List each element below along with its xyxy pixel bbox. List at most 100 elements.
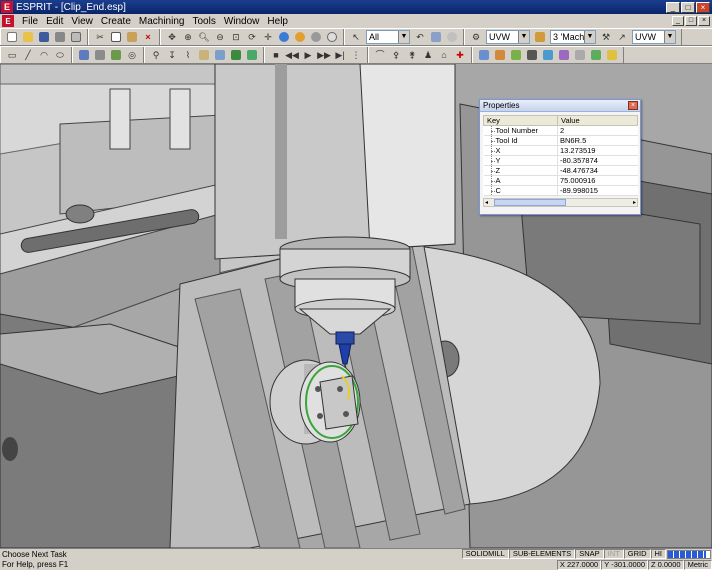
pan-icon[interactable]: ✥ <box>165 30 179 44</box>
minimize-button[interactable]: _ <box>666 1 680 13</box>
new-file-icon[interactable] <box>5 30 19 44</box>
table-row[interactable]: Tool Number 2 <box>483 125 638 136</box>
sim-speed-icon[interactable]: ⋮ <box>349 48 363 62</box>
undo-icon[interactable]: ↶ <box>413 30 427 44</box>
scroll-left-icon[interactable]: ◂ <box>485 199 488 206</box>
view-grid-icon[interactable] <box>589 48 603 62</box>
workplane-icon[interactable]: ⚙ <box>469 30 483 44</box>
table-row[interactable]: C -89.998015 <box>483 185 638 196</box>
properties-icon[interactable] <box>445 30 459 44</box>
move-view-icon[interactable]: ✛ <box>261 30 275 44</box>
property-value[interactable]: -80.357874 <box>557 155 638 166</box>
step-back-icon[interactable]: ◀◀ <box>285 48 299 62</box>
menu-help[interactable]: Help <box>263 16 292 27</box>
menu-machining[interactable]: Machining <box>135 16 189 27</box>
machine-setup-combo[interactable]: 3 'Machini ▼ <box>550 30 596 44</box>
delete-icon[interactable]: × <box>141 30 155 44</box>
view-section-icon[interactable] <box>557 48 571 62</box>
column-header-value[interactable]: Value <box>557 115 638 126</box>
axis-icon[interactable]: ↗ <box>615 30 629 44</box>
arc-icon[interactable]: ◠ <box>37 48 51 62</box>
mill-op-icon[interactable]: ⚲ <box>149 48 163 62</box>
drill-op-icon[interactable]: ↧ <box>165 48 179 62</box>
view-front-icon[interactable] <box>493 48 507 62</box>
hole-icon[interactable]: ◎ <box>125 48 139 62</box>
menu-view[interactable]: View <box>67 16 97 27</box>
grid-indicator[interactable]: GRID <box>623 549 651 559</box>
property-value[interactable]: BN6R.5 <box>557 135 638 146</box>
properties-close-button[interactable]: × <box>628 101 638 110</box>
properties-title-bar[interactable]: Properties × <box>480 100 640 112</box>
skip-end-icon[interactable]: ▶| <box>333 48 347 62</box>
render-icon[interactable] <box>325 30 339 44</box>
contour-op-icon[interactable]: ⌇ <box>181 48 195 62</box>
machine-setup-icon[interactable] <box>533 30 547 44</box>
turn-op-icon[interactable] <box>213 48 227 62</box>
zoom-fit-icon[interactable]: ⊡ <box>229 30 243 44</box>
maximize-button[interactable]: □ <box>681 1 695 13</box>
print-icon[interactable] <box>53 30 67 44</box>
property-value[interactable]: 13.273519 <box>557 145 638 156</box>
view-iso-icon[interactable] <box>525 48 539 62</box>
layers-icon[interactable] <box>429 30 443 44</box>
play-sim-icon[interactable]: ▶ <box>301 48 315 62</box>
machine-display-icon[interactable]: ⌂ <box>437 48 451 62</box>
doc-close-button[interactable]: × <box>698 16 710 26</box>
esprit-logo-icon[interactable]: E <box>1 1 13 13</box>
open-folder-icon[interactable] <box>21 30 35 44</box>
line-icon[interactable]: ╱ <box>21 48 35 62</box>
scrollbar-thumb[interactable] <box>494 199 566 206</box>
pocket-icon[interactable] <box>109 48 123 62</box>
select-arrow-icon[interactable]: ↖ <box>349 30 363 44</box>
hidden-line-icon[interactable] <box>293 30 307 44</box>
stock-display-icon[interactable]: ♟ <box>421 48 435 62</box>
view-side-icon[interactable] <box>509 48 523 62</box>
wireframe-icon[interactable] <box>309 30 323 44</box>
menu-edit[interactable]: Edit <box>42 16 67 27</box>
mode-indicator[interactable]: SOLIDMILL <box>461 549 509 559</box>
menu-window[interactable]: Window <box>220 16 264 27</box>
tool-icon[interactable]: ⚒ <box>599 30 613 44</box>
menu-file[interactable]: File <box>18 16 42 27</box>
collision-icon[interactable]: ✚ <box>453 48 467 62</box>
property-value[interactable]: -89.998015 <box>557 185 638 196</box>
table-row[interactable]: X 13.273519 <box>483 145 638 156</box>
workplane-combo[interactable]: UVW ▼ <box>486 30 530 44</box>
hi-indicator[interactable]: HI <box>650 549 666 559</box>
property-value[interactable]: 2 <box>557 125 638 136</box>
shaded-view-icon[interactable] <box>277 30 291 44</box>
view-custom-icon[interactable] <box>541 48 555 62</box>
surface-op-icon[interactable] <box>197 48 211 62</box>
snap-indicator[interactable]: SNAP <box>575 549 604 559</box>
view-light-icon[interactable] <box>605 48 619 62</box>
view-clip-icon[interactable] <box>573 48 587 62</box>
subelements-indicator[interactable]: SUB-ELEMENTS <box>508 549 576 559</box>
probe-op-icon[interactable] <box>245 48 259 62</box>
feature-icon[interactable] <box>77 48 91 62</box>
property-value[interactable]: 75.000916 <box>557 175 638 186</box>
rectangle-icon[interactable]: ▭ <box>5 48 19 62</box>
table-row[interactable]: Y -80.357874 <box>483 155 638 166</box>
wire-op-icon[interactable] <box>229 48 243 62</box>
selection-filter-combo[interactable]: All ▼ <box>366 30 410 44</box>
holder-display-icon[interactable]: ⚵ <box>405 48 419 62</box>
table-row[interactable]: Z -48.476734 <box>483 165 638 176</box>
menu-tools[interactable]: Tools <box>188 16 219 27</box>
copy-icon[interactable] <box>109 30 123 44</box>
zoom-out-icon[interactable]: ⊖ <box>213 30 227 44</box>
toolpath-icon[interactable]: ⌒ <box>373 48 387 62</box>
stop-sim-icon[interactable]: ■ <box>269 48 283 62</box>
shape-icon[interactable]: ⬭ <box>53 48 67 62</box>
close-button[interactable]: × <box>696 1 710 13</box>
properties-horizontal-scrollbar[interactable]: ◂ ▸ <box>483 198 638 207</box>
save-icon[interactable] <box>37 30 51 44</box>
table-row[interactable]: Tool Id BN6R.5 <box>483 135 638 146</box>
scroll-right-icon[interactable]: ▸ <box>633 199 636 206</box>
zoom-in-icon[interactable]: 🔍︎ <box>197 30 211 44</box>
menu-create[interactable]: Create <box>97 16 135 27</box>
print-preview-icon[interactable] <box>69 30 83 44</box>
zoom-window-icon[interactable]: ⊕ <box>181 30 195 44</box>
document-icon[interactable]: E <box>2 15 14 27</box>
table-row[interactable]: A 75.000916 <box>483 175 638 186</box>
chain-icon[interactable] <box>93 48 107 62</box>
